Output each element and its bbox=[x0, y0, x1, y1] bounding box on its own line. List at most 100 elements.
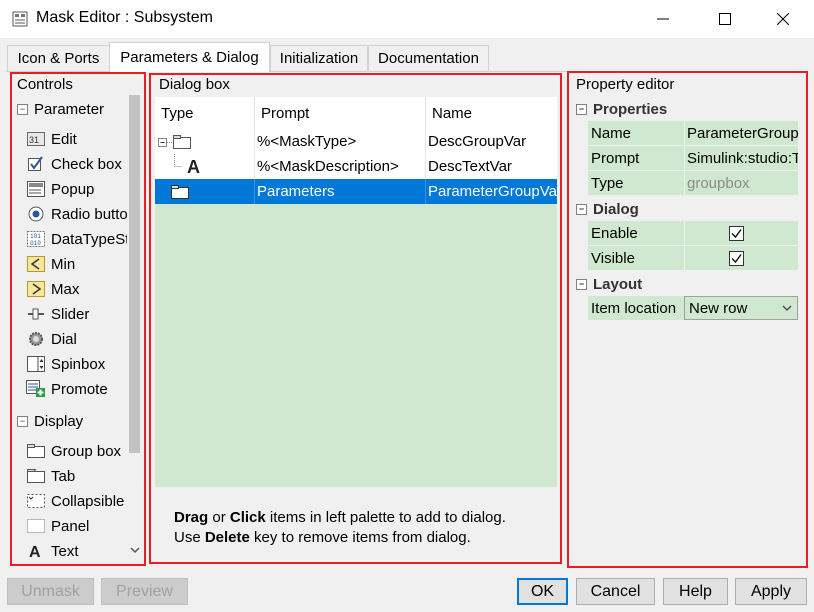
dialog-section-header[interactable]: − Dialog bbox=[576, 201, 639, 218]
unmask-button[interactable]: Unmask bbox=[7, 578, 94, 605]
panel-icon bbox=[26, 517, 46, 535]
tab-initialization[interactable]: Initialization bbox=[270, 45, 368, 71]
section-label: Dialog bbox=[593, 201, 639, 218]
palette-item-panel[interactable]: Panel bbox=[26, 515, 89, 537]
visible-checkbox[interactable] bbox=[729, 250, 744, 266]
palette-item-label: Group box bbox=[51, 442, 122, 460]
property-row-enable[interactable]: Enable bbox=[588, 221, 798, 245]
property-row-prompt[interactable]: Prompt Simulink:studio:ToolBarParameters… bbox=[588, 146, 798, 170]
item-location-dropdown[interactable]: New row bbox=[684, 296, 798, 320]
apply-button[interactable]: Apply bbox=[735, 578, 807, 605]
dial-icon bbox=[26, 330, 46, 348]
hint-text: or bbox=[208, 509, 230, 526]
property-row-visible[interactable]: Visible bbox=[588, 246, 798, 270]
tab-documentation[interactable]: Documentation bbox=[368, 45, 489, 71]
palette-item-tab[interactable]: Tab bbox=[26, 465, 75, 487]
collapse-icon[interactable]: − bbox=[17, 104, 28, 115]
name-cell: DescTextVar bbox=[428, 158, 512, 175]
palette-item-label: Spinbox bbox=[51, 355, 106, 373]
controls-palette[interactable]: − Parameter 31 Edit Check box Popup Radi… bbox=[13, 95, 127, 563]
palette-item-spinbox[interactable]: Spinbox bbox=[26, 353, 105, 375]
palette-item-label: Text bbox=[51, 542, 79, 560]
table-row[interactable]: A %<MaskDescription> DescTextVar bbox=[155, 154, 557, 179]
palette-item-dial[interactable]: Dial bbox=[26, 328, 77, 350]
tab-icon bbox=[26, 467, 46, 485]
type-cell: A bbox=[155, 154, 255, 179]
collapse-icon[interactable]: − bbox=[576, 104, 587, 115]
svg-text:101: 101 bbox=[30, 233, 41, 240]
group-label: Parameter bbox=[34, 101, 105, 118]
property-label: Type bbox=[588, 171, 684, 195]
property-row-name[interactable]: Name ParameterGroupVar bbox=[588, 121, 798, 145]
tab-parameters-dialog[interactable]: Parameters & Dialog bbox=[109, 42, 270, 72]
column-label: Type bbox=[161, 104, 194, 122]
palette-item-collapsible[interactable]: Collapsible bbox=[26, 490, 124, 512]
palette-item-groupbox[interactable]: Group box bbox=[26, 440, 121, 462]
datatype-icon: 101 010 bbox=[26, 230, 46, 248]
preview-button[interactable]: Preview bbox=[101, 578, 188, 605]
name-cell: ParameterGroupVar bbox=[428, 183, 557, 200]
text-icon: A bbox=[26, 542, 46, 560]
cancel-button[interactable]: Cancel bbox=[576, 578, 655, 605]
property-value[interactable]: Simulink:studio:ToolBarParametersMenu bbox=[685, 146, 798, 170]
palette-item-min[interactable]: Min bbox=[26, 253, 75, 275]
svg-text:010: 010 bbox=[30, 240, 41, 247]
slider-icon bbox=[26, 305, 46, 323]
column-header-type[interactable]: Type bbox=[155, 97, 255, 129]
type-cell bbox=[155, 129, 255, 154]
property-label: Visible bbox=[588, 246, 684, 270]
palette-item-slider[interactable]: Slider bbox=[26, 303, 89, 325]
column-header-prompt[interactable]: Prompt bbox=[255, 97, 426, 129]
column-label: Name bbox=[432, 104, 473, 122]
spinbox-icon bbox=[26, 355, 46, 373]
minimize-button[interactable] bbox=[640, 0, 686, 38]
collapse-icon[interactable]: − bbox=[17, 416, 28, 427]
layout-section-header[interactable]: − Layout bbox=[576, 276, 642, 293]
table-row-selected[interactable]: Parameters ParameterGroupVar bbox=[155, 179, 557, 204]
display-group-header[interactable]: − Display bbox=[17, 413, 83, 430]
palette-item-label: Slider bbox=[51, 305, 90, 323]
maximize-button[interactable] bbox=[702, 0, 748, 38]
palette-item-popup[interactable]: Popup bbox=[26, 178, 94, 200]
column-header-name[interactable]: Name bbox=[426, 97, 557, 129]
dropdown-value: New row bbox=[689, 299, 748, 317]
scroll-down-icon[interactable] bbox=[130, 545, 140, 555]
table-row[interactable]: %<MaskType> DescGroupVar bbox=[155, 129, 557, 154]
groupbox-icon bbox=[173, 134, 191, 149]
property-label: Name bbox=[588, 121, 684, 145]
property-row-type[interactable]: Type groupbox bbox=[588, 171, 798, 195]
palette-item-radio-button[interactable]: Radio button bbox=[26, 203, 127, 225]
ok-button[interactable]: OK bbox=[517, 578, 568, 605]
close-button[interactable] bbox=[760, 0, 806, 38]
palette-item-max[interactable]: Max bbox=[26, 278, 79, 300]
parameter-group-header[interactable]: − Parameter bbox=[17, 101, 104, 118]
palette-item-edit[interactable]: 31 Edit bbox=[26, 128, 77, 150]
palette-item-text[interactable]: A Text bbox=[26, 540, 79, 562]
help-button[interactable]: Help bbox=[663, 578, 728, 605]
controls-scrollbar-thumb[interactable] bbox=[129, 95, 140, 453]
palette-item-checkbox[interactable]: Check box bbox=[26, 153, 122, 175]
collapse-icon[interactable]: − bbox=[576, 279, 587, 290]
hint-text: key to remove items from dialog. bbox=[249, 529, 471, 546]
palette-item-label: Radio button bbox=[51, 205, 127, 223]
group-label: Display bbox=[34, 413, 84, 430]
chevron-down-icon[interactable] bbox=[779, 299, 795, 317]
checkmark-icon bbox=[731, 228, 742, 238]
dialog-table-header: Type Prompt Name bbox=[155, 97, 557, 129]
property-label: Item location bbox=[588, 296, 684, 320]
hint-text: Use bbox=[174, 529, 205, 546]
tab-label: Documentation bbox=[378, 50, 479, 67]
minimize-icon bbox=[657, 18, 669, 20]
palette-item-promote[interactable]: Promote bbox=[26, 378, 108, 400]
edit-icon: 31 bbox=[26, 130, 46, 148]
property-value bbox=[685, 221, 798, 245]
palette-item-label: DataTypeStr bbox=[51, 230, 127, 248]
collapse-icon[interactable]: − bbox=[576, 204, 587, 215]
palette-item-datatypestr[interactable]: 101 010 DataTypeStr bbox=[26, 228, 127, 250]
tab-icon-ports[interactable]: Icon & Ports bbox=[7, 45, 110, 71]
properties-section-header[interactable]: − Properties bbox=[576, 101, 667, 118]
property-value[interactable]: ParameterGroupVar bbox=[685, 121, 798, 145]
enable-checkbox[interactable] bbox=[729, 225, 744, 241]
svg-text:31: 31 bbox=[29, 135, 39, 145]
property-row-item-location[interactable]: Item location New row bbox=[588, 296, 798, 320]
